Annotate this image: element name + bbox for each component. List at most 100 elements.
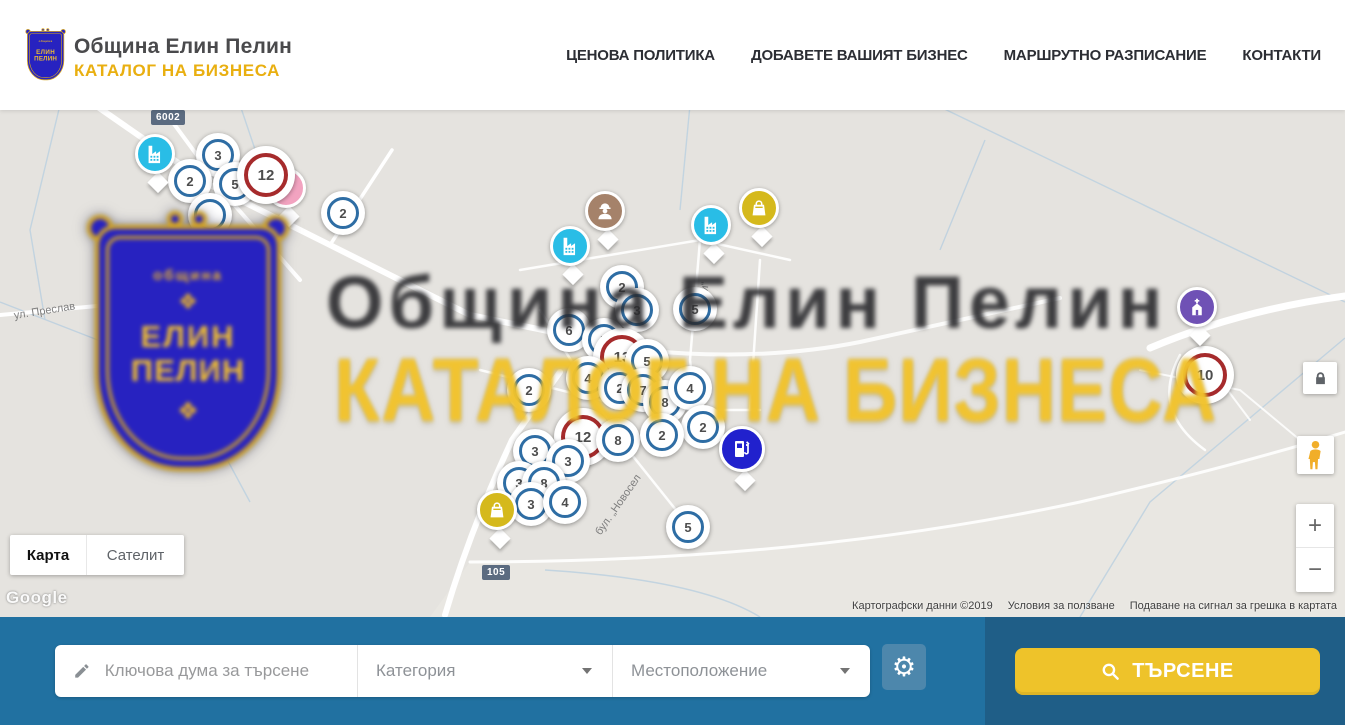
map-cluster-marker[interactable]: 5 [673,287,717,331]
cluster-count [194,199,226,231]
map-cluster-marker[interactable]: 8 [596,418,640,462]
map-pin-church[interactable] [1177,287,1223,343]
pin-tail [597,229,618,250]
category-dropdown-label: Категория [376,661,455,681]
location-dropdown-label: Местоположение [631,661,767,681]
pin-tail [751,226,772,247]
site-subtitle: КАТАЛОГ НА БИЗНЕСА [74,61,292,81]
gear-icon: ⚙ [892,654,916,681]
map-cluster-marker[interactable]: 3 [615,288,659,332]
cluster-count: 5 [679,293,711,325]
keyword-field-wrap [55,645,357,697]
attribution-terms-link[interactable]: Условия за ползване [1008,600,1115,612]
map-pin-fuel[interactable] [719,426,771,488]
cluster-count: 10 [1183,353,1227,397]
nav-route-schedule[interactable]: МАРШРУТНО РАЗПИСАНИЕ [1004,47,1207,64]
search-panel: Категория Местоположение [55,645,870,697]
cluster-count: 2 [327,197,359,229]
pegman-button[interactable] [1297,436,1334,474]
google-logo[interactable]: Google [6,588,68,608]
zoom-in-button[interactable]: + [1296,504,1334,548]
search-icon [1101,662,1120,681]
pin-tail [734,470,755,491]
pin-circle [719,426,765,472]
site-logo[interactable]: община ЕЛИН ПЕЛИН [25,29,67,82]
map-cluster-marker[interactable]: 2 [640,413,684,457]
map-pin-bag[interactable] [739,188,785,244]
cluster-count: 2 [646,419,678,451]
pin-tail [703,243,724,264]
zoom-out-button[interactable]: − [1296,548,1334,592]
church-icon [1186,296,1208,318]
cluster-count: 3 [621,294,653,326]
nav-pricing-policy[interactable]: ЦЕНОВА ПОЛИТИКА [566,47,715,64]
chevron-down-icon [582,668,592,674]
map-cluster-marker[interactable] [188,193,232,237]
map-cluster-marker[interactable]: 12 [237,146,295,204]
site-title: Община Елин Пелин [74,36,292,58]
cluster-count: 4 [549,486,581,518]
map-cluster-marker[interactable]: 2 [507,368,551,412]
factory-icon [700,214,722,236]
main-nav: ЦЕНОВА ПОЛИТИКА ДОБАВЕТЕ ВАШИЯТ БИЗНЕС М… [566,0,1321,110]
map-attribution: Картографски данни ©2019 Условия за полз… [852,600,1337,612]
factory-icon [559,235,581,257]
map-cluster-marker[interactable]: 4 [543,480,587,524]
shopping-bag-icon [486,499,508,521]
map-type-map-button[interactable]: Карта [10,535,86,575]
pin-tail [489,528,510,549]
pin-circle [691,205,731,245]
map-pin-factory[interactable] [691,205,737,261]
cluster-count: 8 [602,424,634,456]
map-cluster-marker[interactable]: 4 [668,366,712,410]
map-type-satellite-button[interactable]: Сателит [86,535,184,575]
pin-circle [739,188,779,228]
attribution-report-link[interactable]: Подаване на сигнал за грешка в картата [1130,600,1337,612]
cluster-count: 12 [244,153,288,197]
keyword-search-input[interactable] [103,660,343,682]
cluster-count: 2 [687,411,719,443]
map-pin-worker[interactable] [585,191,631,247]
lock-button[interactable] [1303,362,1337,394]
pin-circle [585,191,625,231]
nav-add-your-business[interactable]: ДОБАВЕТЕ ВАШИЯТ БИЗНЕС [751,47,968,64]
fuel-icon [730,437,754,461]
road-number-badge: 6002 [151,110,185,125]
search-submit-panel: ТЪРСЕНЕ [985,617,1345,725]
location-dropdown[interactable]: Местоположение [612,645,870,697]
map-cluster-marker[interactable]: 5 [666,505,710,549]
pin-tail [562,264,583,285]
map-cluster-marker[interactable]: 10 [1176,346,1234,404]
nav-contacts[interactable]: КОНТАКТИ [1242,47,1321,64]
map-cluster-marker[interactable]: 2 [321,191,365,235]
pegman-icon [1306,440,1325,470]
map-pin-bag[interactable] [477,490,523,546]
attribution-data: Картографски данни ©2019 [852,600,993,612]
cluster-count: 2 [513,374,545,406]
municipality-emblem: община ЕЛИН ПЕЛИН [25,29,66,80]
site-title-block: Община Елин Пелин КАТАЛОГ НА БИЗНЕСА [74,36,292,81]
map-canvas[interactable]: ул. Преславбул. „Новоселции“6002105 3251… [0,110,1345,617]
chevron-down-icon [840,668,850,674]
pin-circle [477,490,517,530]
cluster-count: 4 [674,372,706,404]
search-button-label: ТЪРСЕНЕ [1132,660,1234,683]
map-type-control: Карта Сателит [10,535,184,575]
pin-tail [1189,325,1210,346]
category-dropdown[interactable]: Категория [357,645,612,697]
advanced-settings-button[interactable]: ⚙ [882,644,926,690]
cluster-count: 6 [553,314,585,346]
header: община ЕЛИН ПЕЛИН Община Елин Пелин КАТА… [0,0,1345,110]
pin-circle [1177,287,1217,327]
search-bar: Категория Местоположение ⚙ ТЪРСЕНЕ [0,617,1345,725]
pencil-icon [73,661,91,681]
map-pin-factory[interactable] [135,134,181,190]
pin-tail [278,206,299,227]
cluster-count: 5 [672,511,704,543]
worker-icon [594,200,616,222]
search-button[interactable]: ТЪРСЕНЕ [1015,648,1320,695]
pin-tail [147,172,168,193]
road-number-badge: 105 [482,565,510,580]
lock-icon [1313,371,1328,386]
shopping-bag-icon [748,197,770,219]
